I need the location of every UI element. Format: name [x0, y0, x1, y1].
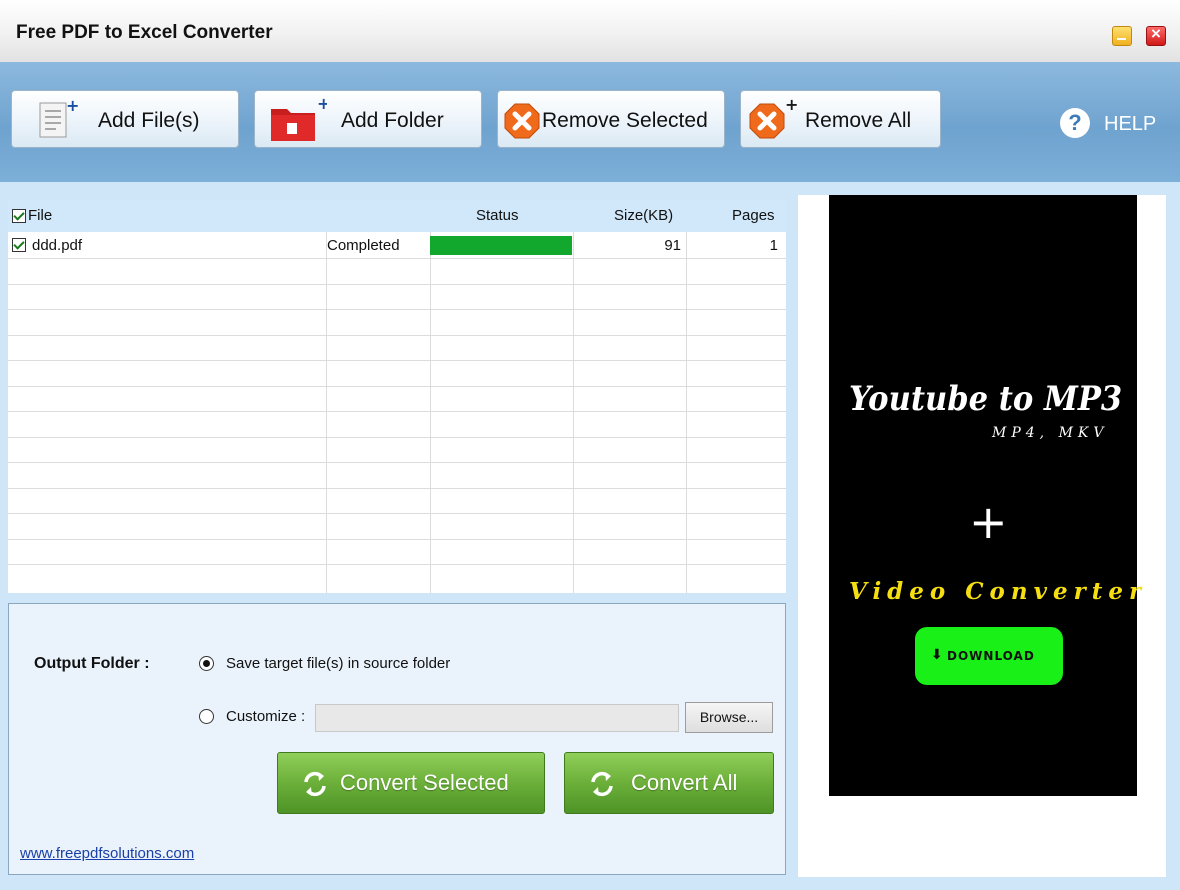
grid-line: [8, 284, 786, 285]
convert-selected-button[interactable]: Convert Selected: [277, 752, 545, 814]
column-size[interactable]: Size(KB): [614, 207, 673, 224]
row-file-name: ddd.pdf: [32, 237, 83, 254]
help-label: HELP: [1104, 113, 1157, 135]
convert-all-label: Convert All: [631, 770, 738, 795]
folder-icon: +: [267, 94, 330, 150]
grid-line: [573, 232, 574, 593]
remove-all-label: Remove All: [805, 109, 912, 132]
svg-text:+: +: [66, 97, 79, 115]
website-link[interactable]: www.freepdfsolutions.com: [20, 845, 194, 862]
file-list: File Status Size(KB) Pages ddd.pdf Compl…: [8, 200, 786, 593]
grid-line: [8, 564, 786, 565]
help-button[interactable]: ? HELP: [1060, 108, 1180, 140]
grid-line: [8, 360, 786, 361]
ad-subheadline: MP4, MKV: [992, 425, 1109, 441]
column-pages[interactable]: Pages: [732, 207, 775, 224]
add-files-button[interactable]: + Add File(s): [11, 90, 239, 148]
output-options-panel: Output Folder : Save target file(s) in s…: [8, 603, 786, 875]
file-grid: ddd.pdf Completed 91 1: [8, 232, 786, 593]
help-icon: ?: [1060, 108, 1090, 138]
column-file[interactable]: File: [28, 207, 52, 224]
svg-text:+: +: [785, 95, 798, 114]
grid-line: [8, 488, 786, 489]
grid-line: [326, 232, 327, 593]
minimize-button[interactable]: [1112, 26, 1132, 46]
window-title: Free PDF to Excel Converter: [16, 22, 273, 43]
source-folder-option-label[interactable]: Save target file(s) in source folder: [226, 655, 450, 672]
download-arrow-icon: ⬇: [931, 647, 943, 663]
grid-line: [8, 411, 786, 412]
grid-line: [8, 386, 786, 387]
grid-line: [8, 462, 786, 463]
ad-download-button[interactable]: ⬇ DOWNLOAD: [915, 627, 1063, 685]
ad-plus: +: [969, 495, 1008, 549]
custom-path-input[interactable]: [315, 704, 679, 732]
grid-line: [8, 437, 786, 438]
remove-x-icon: [504, 103, 540, 144]
ad-panel: Youtube to MP3 MP4, MKV + Video Converte…: [798, 195, 1166, 877]
grid-line: [686, 232, 687, 593]
row-checkbox[interactable]: [12, 238, 26, 252]
browse-button[interactable]: Browse...: [685, 702, 773, 733]
ad-headline: Youtube to MP3: [849, 379, 1123, 419]
remove-selected-button[interactable]: Remove Selected: [497, 90, 725, 148]
grid-line: [8, 539, 786, 540]
grid-line: [8, 258, 786, 259]
convert-all-button[interactable]: Convert All: [564, 752, 774, 814]
add-files-label: Add File(s): [98, 109, 200, 132]
output-folder-label: Output Folder :: [34, 655, 150, 672]
row-pages: 1: [769, 237, 778, 254]
remove-all-icon: +: [749, 95, 799, 148]
customize-option-label[interactable]: Customize :: [226, 708, 305, 725]
ad-tagline: Video Converter: [849, 578, 1148, 605]
ad-banner[interactable]: Youtube to MP3 MP4, MKV + Video Converte…: [829, 195, 1141, 796]
grid-line: [430, 232, 431, 593]
customize-radio[interactable]: [199, 709, 214, 724]
close-button[interactable]: [1146, 24, 1166, 46]
progress-bar: [430, 236, 572, 255]
refresh-icon: [300, 769, 330, 799]
add-file-icon: +: [34, 96, 80, 148]
grid-line: [8, 513, 786, 514]
select-all-checkbox[interactable]: [12, 209, 26, 223]
convert-selected-label: Convert Selected: [340, 770, 509, 795]
add-folder-label: Add Folder: [341, 109, 444, 132]
column-status[interactable]: Status: [476, 207, 519, 224]
toolbar: + Add File(s) + Add Folder Remove Select…: [0, 62, 1180, 182]
remove-selected-label: Remove Selected: [542, 109, 708, 132]
add-folder-button[interactable]: + Add Folder: [254, 90, 482, 148]
refresh-icon: [587, 769, 617, 799]
table-row[interactable]: ddd.pdf Completed 91 1: [8, 232, 786, 258]
source-folder-radio[interactable]: [199, 656, 214, 671]
progress-fill: [430, 236, 572, 255]
svg-text:+: +: [317, 95, 327, 113]
row-status: Completed: [327, 237, 400, 254]
grid-line: [8, 335, 786, 336]
row-size: 91: [664, 237, 681, 254]
title-bar: Free PDF to Excel Converter: [0, 0, 1180, 62]
remove-all-button[interactable]: + Remove All: [740, 90, 941, 148]
file-list-header: File Status Size(KB) Pages: [8, 200, 786, 232]
grid-line: [8, 309, 786, 310]
ad-download-label: DOWNLOAD: [947, 649, 1035, 663]
